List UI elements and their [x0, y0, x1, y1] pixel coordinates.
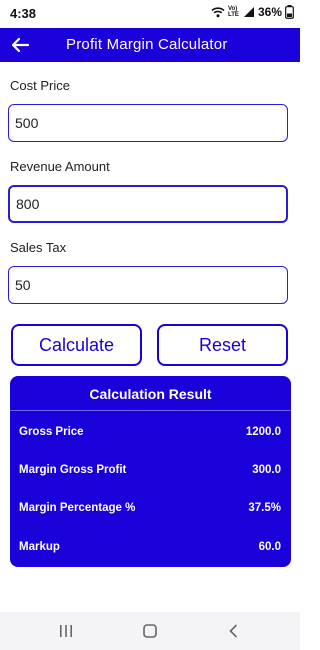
recents-icon[interactable]	[58, 623, 74, 639]
volte-icon: Vo) LTE	[227, 6, 239, 18]
result-value: 60.0	[258, 541, 281, 553]
sales-tax-label: Sales Tax	[10, 240, 67, 255]
result-value: 1200.0	[245, 426, 281, 438]
back-arrow-icon[interactable]	[8, 33, 32, 57]
home-icon[interactable]	[142, 623, 158, 639]
result-title: Calculation Result	[89, 386, 212, 402]
calculate-button[interactable]: Calculate	[11, 324, 142, 366]
signal-icon	[243, 6, 255, 18]
status-bar: 4:38 Vo) LTE 36%	[0, 0, 300, 28]
result-value: 300.0	[252, 464, 281, 476]
result-label: Margin Gross Profit	[19, 464, 127, 476]
system-nav-bar	[0, 612, 300, 650]
result-label: Markup	[19, 541, 60, 553]
sales-tax-input[interactable]	[8, 266, 288, 304]
battery-icon	[285, 5, 294, 19]
result-divider	[10, 410, 291, 411]
result-value: 37.5%	[248, 502, 281, 514]
result-label: Margin Percentage %	[19, 502, 136, 514]
revenue-amount-input[interactable]	[8, 185, 288, 223]
app-bar: Profit Margin Calculator	[0, 28, 300, 62]
page-title: Profit Margin Calculator	[66, 36, 228, 53]
revenue-amount-label: Revenue Amount	[10, 159, 110, 174]
calculation-result-card: Calculation Result Gross Price 1200.0 Ma…	[10, 376, 291, 567]
reset-button[interactable]: Reset	[157, 324, 288, 366]
status-time: 4:38	[10, 6, 37, 21]
cost-price-input[interactable]	[8, 104, 288, 142]
battery-percent: 36%	[257, 5, 282, 19]
wifi-icon	[211, 6, 225, 18]
back-chevron-icon[interactable]	[226, 623, 242, 639]
cost-price-label: Cost Price	[10, 78, 70, 93]
result-label: Gross Price	[19, 426, 84, 438]
status-icons: Vo) LTE 36%	[211, 5, 294, 19]
